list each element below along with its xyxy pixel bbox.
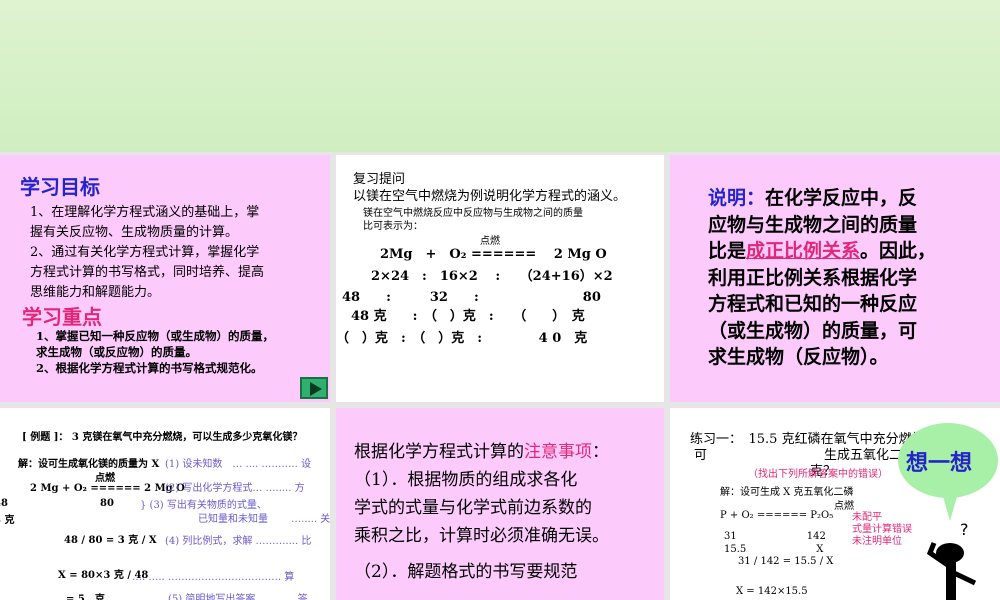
title-area — [0, 0, 1000, 152]
text: 根据化学方程式计算的 — [354, 442, 524, 462]
hint: （找出下列所解答案中的错误） — [748, 469, 888, 480]
text: ： — [592, 442, 609, 462]
ratio-row: 48 : 32 : 80 — [342, 290, 601, 305]
mass-48: 48 — [0, 498, 8, 509]
proportion: 31 / 142 = 15.5 / X — [738, 556, 834, 567]
solution-line: 解：设可生成 X 克五氧化二磷 — [720, 487, 854, 498]
play-button[interactable] — [300, 377, 328, 399]
focus-text: 1、掌握已知一种反应物（或生成物）的质量， 求生成物（或反应物）的质量。 2、根… — [36, 328, 274, 376]
text: 在化学反应中，反 — [765, 187, 918, 209]
explanation-label: 说明： — [708, 187, 766, 209]
text: （1）．根据物质的组成求各化 — [354, 470, 578, 490]
ratio-row: 48 克 : （ ）克 : （ ） 克 — [351, 309, 585, 324]
explanation-text: 说明：在化学反应中，反 应物与生成物之间的质量 比是成正比例关系。因此， 利用正… — [708, 185, 936, 371]
ratio-row: （ ）克 : （ ）克 : 4 0 克 — [336, 331, 588, 346]
step: (1) 设未知数 … .... ……….. 设 — [165, 459, 311, 470]
error-list: 未配平 式量计算错误 未注明单位 — [852, 512, 912, 548]
text: 应物与生成物之间的质量 — [708, 213, 918, 236]
slide-learning-goals[interactable]: 学习目标 1、在理解化学方程式涵义的基础上，掌 握有关反应物、生成物质量的计算。… — [0, 155, 330, 402]
text: 学式的式量与化学式前边系数的 — [354, 498, 592, 518]
goal-line: 2、通过有关化学方程式计算，掌握化学 — [30, 245, 260, 260]
step: (4) 列比例式，求解 ……….... 比 — [165, 536, 312, 547]
mass-row: 15.5 X — [724, 544, 824, 555]
text: （2）．解题格式的书写要规范 — [354, 562, 578, 582]
step: (5) 简明地写出答案… …..... 答 — [168, 594, 308, 600]
condition-label: 点燃 — [95, 473, 115, 484]
step: 已知量和未知量 …..... 关 — [198, 514, 330, 525]
error: 未配平 — [852, 512, 882, 523]
condition-label: 点燃 — [834, 501, 854, 512]
goal-line: 思维能力和解题能力。 — [30, 285, 161, 300]
x-calc: X = 142×15.5 — [736, 586, 808, 597]
answer: = 5 克 — [66, 594, 105, 600]
equation: 2 Mg + O₂ ====== 2 Mg O — [30, 483, 185, 494]
equation: P + O₂ ====== P₂O₅ — [720, 510, 834, 521]
slide-review[interactable]: 复习提问 以镁在空气中燃烧为例说明化学方程式的涵义。 镁在空气中燃烧反应中反应物… — [336, 155, 664, 402]
goal-line: 方程式计算的书写格式，同时培养、提高 — [30, 265, 265, 280]
text: （或生成物）的质量，可 — [708, 319, 918, 342]
step: …. ….. ……………………………. 算 — [132, 572, 295, 583]
focus-line: 1、掌握已知一种反应物（或生成物）的质量， — [36, 329, 274, 343]
slide-explanation[interactable]: 说明：在化学反应中，反 应物与生成物之间的质量 比是成正比例关系。因此， 利用正… — [670, 155, 1000, 402]
text: 方程式和已知的一种反应 — [708, 293, 918, 315]
text: 乘积之比，计算时必须准确无误。 — [354, 526, 609, 546]
svg-text:?: ? — [960, 523, 969, 539]
text: 。因此， — [860, 240, 937, 262]
review-question: 以镁在空气中燃烧为例说明化学方程式的涵义。 — [353, 189, 627, 204]
speech-bubble: 想一想 — [898, 423, 998, 521]
slide-exercise[interactable]: 练习一： 15.5 克红磷在氧气中充分燃烧， 可 生成五氧化二磷多少 克？ （找… — [670, 408, 1000, 600]
goal-line: 握有关反应物、生成物质量的计算。 — [30, 225, 239, 240]
focus-title: 学习重点 — [22, 305, 102, 329]
notes-text: 根据化学方程式计算的注意事项： （1）．根据物质的组成求各化 学式的式量与化学式… — [354, 438, 609, 586]
goals-text: 1、在理解化学方程式涵义的基础上，掌 握有关反应物、生成物质量的计算。 2、通过… — [30, 203, 264, 303]
text: 求生成物（反应物）。 — [708, 346, 889, 368]
mass-80: 80 — [100, 498, 114, 509]
think-label: 想一想 — [906, 450, 973, 476]
text: 比是 — [708, 240, 747, 262]
thinking-figure-icon: ? — [926, 523, 977, 600]
focus-line: 求生成物（或反应物）的质量。 — [36, 345, 197, 359]
example-title: [ 例题 ]： 3 克镁在氧气中充分燃烧，可以生成多少克氧化镁？ — [22, 432, 303, 443]
given-mass: 3 克 — [0, 515, 15, 526]
proportion-link[interactable]: 成正比例关系 — [746, 240, 860, 262]
slide-example[interactable]: [ 例题 ]： 3 克镁在氧气中充分燃烧，可以生成多少克氧化镁？ 解：设可生成氧… — [0, 408, 330, 600]
equation: 2Mg + O₂ ====== 2 Mg O — [380, 247, 607, 262]
error: 式量计算错误 — [852, 524, 912, 535]
goal-line: 1、在理解化学方程式涵义的基础上，掌 — [30, 205, 260, 220]
step: } (3) 写出有关物质的式量、 — [140, 500, 267, 511]
goals-title: 学习目标 — [20, 175, 100, 199]
ratio-row: 2×24 : 16×2 : （24+16）×2 — [371, 269, 613, 284]
text: 利用正比例关系根据化学 — [708, 266, 918, 289]
solution-line: 解：设可生成氧化镁的质量为 X — [18, 459, 160, 470]
review-sub: 比可表示为： — [363, 221, 423, 232]
highlight: 注意事项 — [524, 442, 592, 462]
focus-line: 2、根据化学方程式计算的书写格式规范化。 — [36, 361, 263, 375]
slide-notes[interactable]: 根据化学方程式计算的注意事项： （1）．根据物质的组成求各化 学式的式量与化学式… — [336, 408, 664, 600]
step: (2) 写出化学方程式… …..... 方 — [165, 483, 305, 494]
proportion: 48 / 80 = 3 克 / X — [64, 535, 157, 546]
error: 未注明单位 — [852, 536, 902, 547]
